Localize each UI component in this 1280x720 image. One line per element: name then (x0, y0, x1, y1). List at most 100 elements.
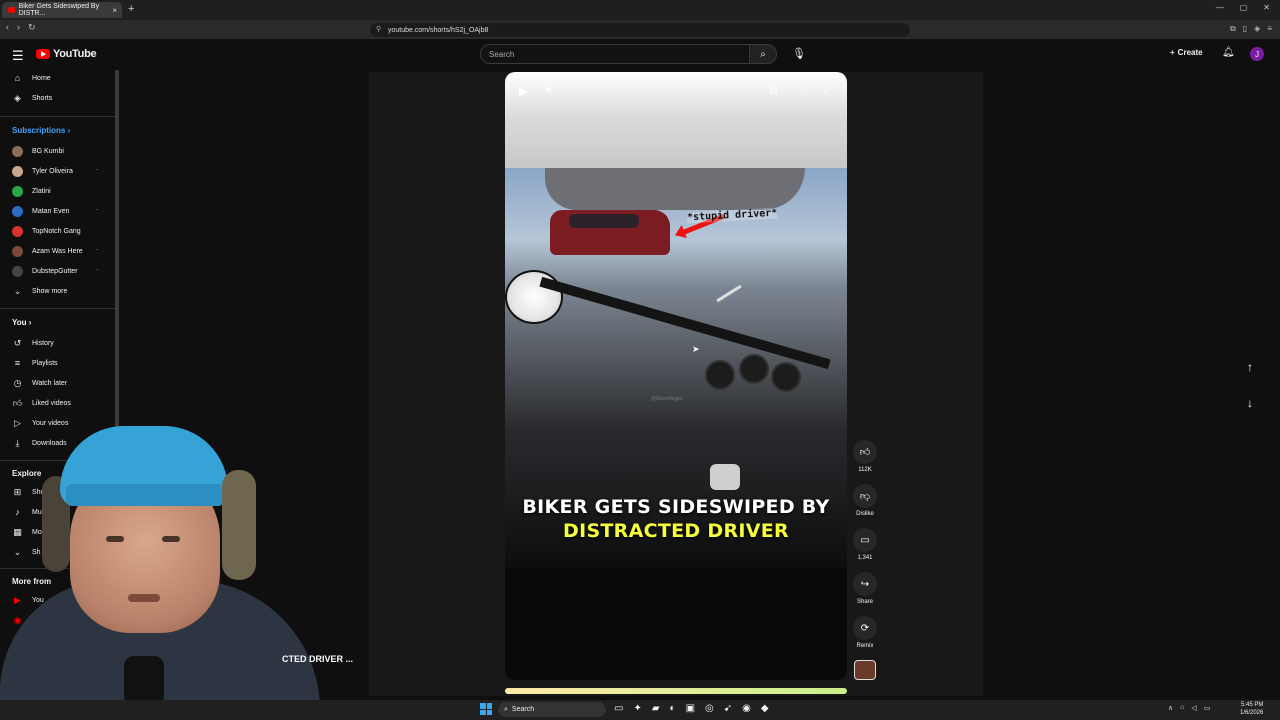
notifications-bell-icon[interactable]: 🔔︎ (1222, 47, 1235, 58)
chrome-icon[interactable]: ◉ (742, 703, 751, 714)
fullscreen-icon[interactable]: ⤢ (823, 85, 830, 96)
brave-icon[interactable]: ◆ (761, 703, 769, 714)
shorts-player[interactable]: *stupid driver* @BikerMegler BIKER GETS … (505, 72, 847, 680)
back-icon[interactable]: ‹ (6, 22, 9, 33)
remix-button[interactable]: ⟳ Remix (851, 616, 879, 649)
new-content-dot: · (96, 245, 99, 254)
wallet-icon[interactable]: ◈ (1254, 24, 1260, 34)
create-button[interactable]: + Create (1170, 48, 1203, 57)
browser-tab[interactable]: Biker Gets Sideswiped By DISTR... × (2, 2, 122, 18)
search-input[interactable]: Search (480, 44, 750, 64)
sidebar-item-playlists[interactable]: ≡ Playlists (12, 357, 58, 369)
channel-name: Tyler Oliveira (32, 167, 73, 175)
sidebar-item-history[interactable]: ↺ History (12, 337, 54, 349)
search-icon: ⌕ (504, 705, 508, 713)
plus-icon: + (1170, 48, 1175, 57)
sidebar-item-subscription[interactable]: Zlatini (12, 185, 51, 197)
voice-search-icon[interactable]: 🎙︎ (792, 47, 806, 60)
subscriptions-label: Subscriptions (12, 126, 66, 135)
channel-avatar (12, 245, 23, 257)
captions-icon[interactable]: ▤ (769, 85, 778, 96)
battery-icon[interactable]: ▭ (1204, 704, 1211, 712)
beanie-rib-shape (66, 484, 224, 506)
youtube-play-icon (36, 49, 50, 59)
copilot-icon[interactable]: ✦ (633, 703, 641, 714)
sidebar-item-label: Liked videos (32, 399, 71, 407)
system-tray: ∧ ⌂ ◁ ▭ (1168, 704, 1210, 712)
edge-icon[interactable]: ◐ (670, 703, 676, 714)
extensions-icon[interactable]: ⧉ (1230, 24, 1236, 34)
reload-icon[interactable]: ↻ (28, 22, 36, 33)
more-options-icon[interactable]: ⋮ (801, 85, 810, 96)
file-explorer-icon[interactable]: ▰ (652, 703, 660, 714)
mirror-shape (505, 270, 563, 324)
store-icon[interactable]: ▣ (686, 703, 695, 714)
taskbar-clock[interactable]: 5:45 PM 1/6/2026 (1240, 701, 1263, 717)
minimize-icon[interactable]: — (1216, 3, 1224, 12)
sidebar-item-subscription[interactable]: Azam Was Here (12, 245, 83, 257)
comment-count: 1,341 (857, 555, 873, 561)
sidebar-item-watch-later[interactable]: ◷ Watch later (12, 377, 68, 389)
sidebar-item-label: Home (32, 74, 51, 82)
close-window-icon[interactable]: ✕ (1263, 3, 1270, 12)
comments-button[interactable]: ▭ 1,341 (851, 528, 879, 561)
sidebar-item-subscription[interactable]: BG Kumbi (12, 145, 64, 157)
remix-label: Remix (856, 643, 874, 649)
logo-text: YouTube (53, 48, 97, 60)
windows-start-icon[interactable] (480, 703, 492, 715)
network-icon[interactable]: ⌂ (1180, 704, 1184, 712)
video-top-area (505, 72, 847, 168)
comment-icon: ▭ (853, 528, 877, 552)
share-icon: ↪ (853, 572, 877, 596)
channel-name: BG Kumbi (32, 147, 64, 155)
sidebar-item-subscription[interactable]: DubstepGutter (12, 265, 78, 277)
taskbar-search[interactable]: ⌕ Search (498, 702, 606, 717)
sidebar-item-liked-videos[interactable]: 👍︎ Liked videos (12, 397, 71, 409)
channel-name: Matan Even (32, 207, 70, 215)
telegram-icon[interactable]: ➹ (724, 703, 732, 714)
new-content-dot: · (96, 265, 99, 274)
site-info-icon[interactable]: ⚲ (376, 25, 381, 33)
close-tab-icon[interactable]: × (112, 6, 117, 15)
headphone-right-shape (222, 470, 256, 580)
channel-avatar (12, 225, 23, 237)
tray-chevron-icon[interactable]: ∧ (1168, 704, 1173, 712)
new-tab-button[interactable]: + (128, 3, 134, 15)
account-avatar[interactable]: J (1250, 47, 1264, 61)
video-progress-bar[interactable] (505, 688, 847, 694)
menu-hamburger-icon[interactable]: ☰ (12, 48, 24, 64)
you-heading[interactable]: You › (12, 318, 31, 327)
sidebar-item-home[interactable]: ⌂ Home (12, 72, 51, 84)
sidebar-item-label: Watch later (32, 379, 68, 387)
sound-thumbnail[interactable] (854, 660, 876, 680)
previous-short-arrow-icon[interactable]: ↑ (1247, 360, 1253, 374)
search-icon: ⌕ (760, 48, 766, 60)
youtube-logo[interactable]: YouTube (36, 48, 97, 60)
sidebar-item-subscription[interactable]: TopNotch Gang (12, 225, 81, 237)
show-more-button[interactable]: ⌄ Show more (12, 285, 68, 297)
sidebar-item-subscription[interactable]: Matan Even (12, 205, 69, 217)
maximize-icon[interactable]: ▢ (1240, 3, 1248, 12)
subscriptions-heading[interactable]: Subscriptions › (12, 126, 70, 135)
volume-icon[interactable]: 🔊︎ (545, 84, 552, 97)
steam-icon[interactable]: ◎ (705, 703, 714, 714)
menu-icon[interactable]: ≡ (1267, 24, 1272, 34)
eye-shape (162, 536, 180, 542)
home-icon: ⌂ (14, 73, 21, 83)
dislike-label: Dislike (856, 511, 874, 517)
next-short-arrow-icon[interactable]: ↓ (1247, 396, 1253, 410)
volume-tray-icon[interactable]: ◁ (1191, 704, 1196, 712)
new-content-dot: · (96, 165, 99, 174)
dislike-button[interactable]: 👎︎ Dislike (851, 484, 879, 517)
task-view-icon[interactable]: ▭ (614, 703, 623, 714)
share-button[interactable]: ↪ Share (851, 572, 879, 605)
sidebar-item-subscription[interactable]: Tyler Oliveira (12, 165, 73, 177)
sidebar-icon[interactable]: ▯ (1243, 24, 1247, 34)
url-field[interactable]: youtube.com/shorts/hS2j_OAjb8 (370, 23, 910, 37)
search-button[interactable]: ⌕ (749, 44, 777, 64)
thumbs-up-icon: 👍︎ (853, 440, 877, 464)
sidebar-item-shorts[interactable]: ◈ Shorts (12, 92, 52, 104)
play-icon[interactable]: ▶ (519, 85, 527, 98)
like-button[interactable]: 👍︎ 112K (851, 440, 879, 473)
forward-icon[interactable]: › (17, 22, 20, 33)
